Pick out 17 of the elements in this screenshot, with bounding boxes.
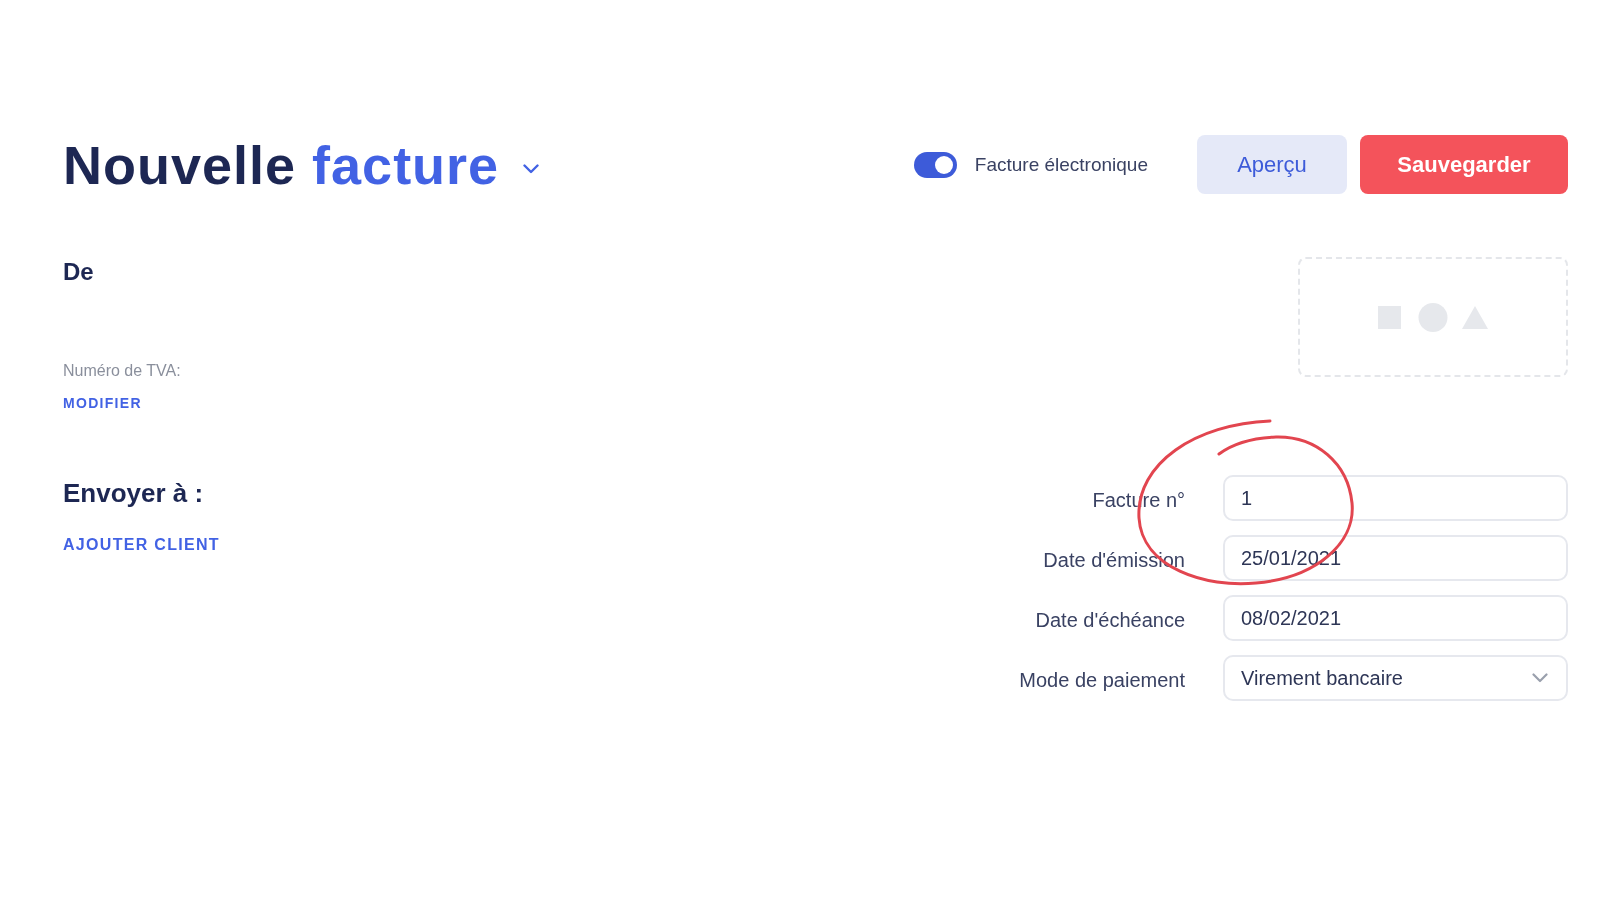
vat-number-label: Numéro de TVA: bbox=[63, 361, 181, 381]
input-field[interactable]: 1 bbox=[1223, 475, 1568, 521]
field-label: Date d'échéance bbox=[1034, 607, 1185, 632]
toggle-label: Facture électronique bbox=[974, 153, 1148, 176]
edit-link[interactable]: MODIFIER bbox=[63, 394, 142, 412]
preview-button[interactable]: Aperçu bbox=[1197, 135, 1347, 194]
chevron-down-icon bbox=[1532, 673, 1548, 683]
field-label: Mode de paiement bbox=[1019, 667, 1185, 692]
chevron-down-icon[interactable] bbox=[523, 163, 540, 174]
section-heading: Envoyer à : bbox=[63, 478, 204, 508]
section-heading: De bbox=[63, 258, 94, 286]
add-client-link[interactable]: AJOUTER CLIENT bbox=[63, 535, 220, 555]
page-title: Nouvelle facture bbox=[63, 137, 500, 192]
select-field[interactable]: Virement bancaire bbox=[1223, 655, 1568, 701]
input-field[interactable]: 08/02/2021 bbox=[1223, 595, 1568, 641]
toggle-switch[interactable] bbox=[913, 151, 957, 178]
shapes-icon bbox=[1378, 302, 1488, 332]
